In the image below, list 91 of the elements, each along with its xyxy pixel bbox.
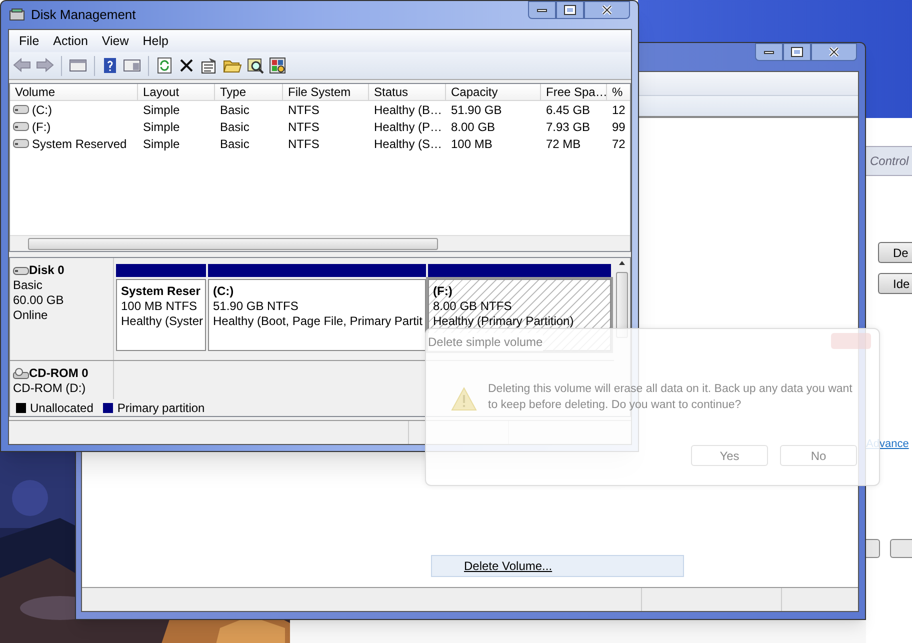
drive-icon: [13, 105, 29, 114]
table-cell-text: Healthy (P…: [373, 118, 444, 136]
small-button[interactable]: [890, 539, 912, 558]
menu-item[interactable]: View: [96, 32, 135, 50]
refresh-icon[interactable]: [156, 57, 173, 74]
disk-management-icon: [9, 8, 25, 22]
maximize-button[interactable]: [556, 1, 584, 19]
table-cell-text: NTFS: [287, 136, 320, 152]
legend-label: Primary partition: [117, 400, 205, 416]
small-button[interactable]: [866, 539, 880, 558]
close-icon: [601, 5, 613, 15]
partition-name: (C:): [213, 284, 235, 299]
delete-icon[interactable]: [178, 57, 195, 74]
table-cell-text: 12: [611, 102, 626, 118]
table-cell-text: NTFS: [287, 118, 320, 136]
drive-icon: [13, 122, 29, 131]
forward-arrow-icon[interactable]: [36, 57, 54, 74]
magnifier-icon[interactable]: [247, 57, 264, 74]
table-cell-text: System Reserved: [32, 136, 127, 152]
scroll-thumb[interactable]: [28, 238, 438, 250]
help-icon[interactable]: [102, 57, 118, 74]
disk-info: Basic: [13, 278, 44, 293]
table-cell-text: Healthy (S…: [373, 136, 444, 152]
table-cell-text: 100 MB: [450, 136, 494, 152]
window-title: Disk Management: [31, 6, 136, 24]
disk-info: CD-ROM (D:): [13, 381, 87, 396]
panel-icon[interactable]: [123, 57, 141, 74]
partition-size: 8.00 GB NTFS: [433, 299, 513, 314]
table-cell-text: 99: [611, 118, 626, 136]
warning-icon: [450, 386, 478, 412]
partition-status: Healthy (Syster: [121, 314, 201, 329]
partition-box[interactable]: (C:) 51.90 GB NTFS Healthy (Boot, Page File, Primary Partit: [208, 279, 426, 351]
table-cell-text: 8.00 GB: [450, 118, 496, 136]
column-header[interactable]: File System: [283, 84, 369, 101]
horizontal-scrollbar[interactable]: [10, 235, 630, 251]
table-cell-text: Basic: [219, 102, 250, 118]
column-header[interactable]: Volume: [10, 84, 138, 101]
back-arrow-icon[interactable]: [13, 57, 31, 74]
menu-item[interactable]: Action: [47, 32, 94, 50]
close-button[interactable]: [811, 43, 857, 61]
partition-size: 51.90 GB NTFS: [213, 299, 300, 314]
partition-size: 100 MB NTFS: [121, 299, 198, 314]
action-button[interactable]: De: [878, 242, 912, 263]
panel-icon[interactable]: [69, 57, 87, 74]
menu-item[interactable]: File: [13, 32, 46, 50]
table-cell-text: Healthy (B…: [373, 102, 444, 118]
disk-name: CD-ROM 0: [29, 366, 88, 382]
properties-icon[interactable]: [200, 57, 218, 74]
table-cell-text: Simple: [142, 136, 181, 152]
partition-status: Healthy (Boot, Page File, Primary Partit: [213, 314, 421, 329]
cd-drive-icon: [13, 368, 29, 380]
column-header[interactable]: Free Spa…: [541, 84, 607, 101]
table-cell-text: 51.90 GB: [450, 102, 503, 118]
up-arrow-icon: [618, 260, 626, 266]
close-button[interactable]: [584, 1, 630, 19]
disk-name: Disk 0: [29, 263, 64, 278]
breadcrumb-text: Control: [870, 153, 909, 170]
table-cell-text: NTFS: [287, 102, 320, 118]
disk-info: 60.00 GB: [13, 293, 65, 308]
partition-status: Healthy (Primary Partition): [433, 314, 575, 329]
partition-name: System Reser: [121, 284, 201, 299]
legend-label: Unallocated: [30, 400, 94, 416]
close-icon: [828, 47, 840, 57]
menu-item[interactable]: Delete Volume...: [431, 555, 684, 577]
disk-info: Online: [13, 308, 49, 323]
table-cell-text: 72: [611, 136, 626, 152]
drive-icon: [13, 139, 29, 148]
column-header[interactable]: Layout: [138, 84, 215, 101]
column-header[interactable]: Capacity: [446, 84, 541, 101]
drive-icon: [13, 265, 29, 276]
table-cell-text: (F:): [32, 118, 51, 136]
menu-item[interactable]: Help: [136, 32, 174, 50]
partition-name: (F:): [433, 284, 454, 299]
column-header[interactable]: Type: [215, 84, 283, 101]
settings-icon[interactable]: [269, 57, 286, 74]
table-cell-text: Simple: [142, 118, 181, 136]
dialog-title: Delete simple volume: [428, 333, 543, 351]
column-header[interactable]: Status: [369, 84, 446, 101]
table-cell-text: Basic: [219, 136, 250, 152]
maximize-button[interactable]: [783, 43, 811, 61]
table-cell-text: Simple: [142, 102, 181, 118]
table-cell-text: 7.93 GB: [545, 118, 592, 136]
action-button[interactable]: Ide: [878, 273, 912, 294]
minimize-button[interactable]: [755, 43, 783, 61]
table-cell-text: Basic: [219, 118, 250, 136]
minimize-button[interactable]: [528, 1, 556, 19]
dialog-message: Deleting this volume will erase all data on it. Back up any data you want to keep before deleting. Do you want to continue?: [488, 382, 854, 413]
partition-box[interactable]: System Reser 100 MB NTFS Healthy (Syster: [116, 279, 206, 351]
table-cell-text: 6.45 GB: [545, 102, 592, 118]
table-cell-text: 72 MB: [545, 136, 582, 152]
table-cell-text: (C:): [32, 102, 52, 118]
